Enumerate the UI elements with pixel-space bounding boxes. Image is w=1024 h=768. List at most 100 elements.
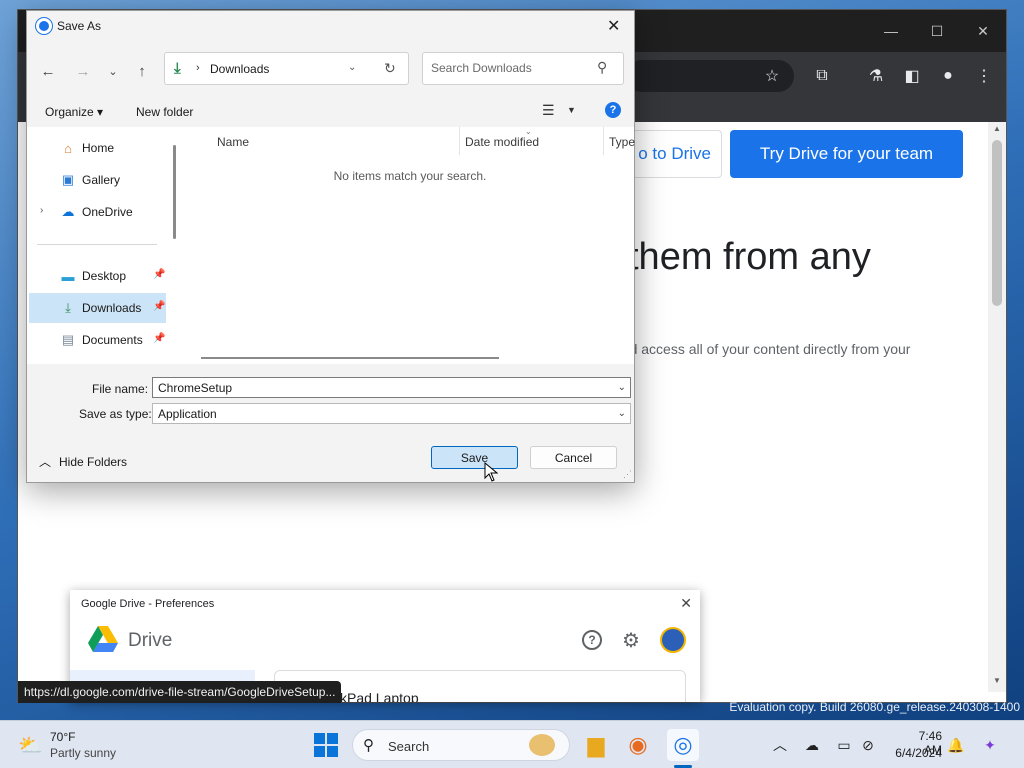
column-header-name[interactable]: Name xyxy=(217,135,249,149)
file-name-field[interactable]: ChromeSetup ⌄ xyxy=(152,377,631,398)
nav-item-desktop[interactable]: ▬ Desktop 📌 xyxy=(29,261,166,291)
organize-label: Organize xyxy=(45,105,94,119)
minimize-icon[interactable]: — xyxy=(868,10,914,52)
close-icon[interactable]: ✕ xyxy=(680,595,692,612)
taskbar: ⛅ 70°F Partly sunny ⚲ Search ▆ ◉ ◎ ︿ ☁ ▭… xyxy=(0,720,1024,768)
column-header-date[interactable]: Date modified xyxy=(465,135,539,149)
close-icon[interactable]: ✕ xyxy=(960,10,1006,52)
labs-flask-icon[interactable]: ⚗ xyxy=(864,64,888,88)
notification-bell-icon[interactable]: 🔔 xyxy=(946,735,966,755)
profile-icon[interactable]: ● xyxy=(936,64,960,88)
side-panel-icon[interactable]: ◧ xyxy=(900,64,924,88)
nav-item-label: OneDrive xyxy=(82,205,133,219)
extensions-icon[interactable]: ⧉ xyxy=(810,64,834,88)
maximize-icon[interactable]: ☐ xyxy=(914,10,960,52)
chevron-up-icon[interactable]: ︿ xyxy=(770,735,790,755)
cancel-button[interactable]: Cancel xyxy=(530,446,617,469)
hide-folders-button[interactable]: ︿ Hide Folders xyxy=(39,453,127,470)
address-bar[interactable]: ⤓ › Downloads ⌄ ↻ xyxy=(164,52,409,85)
search-box[interactable]: ⚲ xyxy=(422,52,624,85)
save-button[interactable]: Save xyxy=(431,446,518,469)
empty-message: No items match your search. xyxy=(333,169,487,183)
start-button[interactable] xyxy=(314,733,338,757)
clock-date[interactable]: 6/4/2024 xyxy=(886,746,942,760)
chevron-right-icon[interactable]: › xyxy=(40,205,43,216)
drive-preferences-title: Google Drive - Preferences xyxy=(81,598,215,610)
new-folder-button[interactable]: New folder xyxy=(136,105,193,119)
pin-icon[interactable]: 📌 xyxy=(153,269,165,280)
column-header-type[interactable]: Type xyxy=(609,135,635,149)
avatar[interactable] xyxy=(660,627,686,653)
copilot-icon[interactable]: ✦ xyxy=(980,735,1000,755)
nav-item-documents[interactable]: ▤ Documents 📌 xyxy=(29,325,166,355)
save-as-dialog: Save As ✕ ← → ⌄ ↑ ⤓ › Downloads ⌄ ↻ ⚲ Or… xyxy=(26,10,635,483)
weather-temp[interactable]: 70°F xyxy=(50,730,75,744)
save-as-type-label: Save as type: xyxy=(79,407,152,421)
navigation-pane: ⌂ Home ▣ Gallery › ☁ OneDrive ▬ Desktop … xyxy=(27,127,185,364)
display-icon[interactable]: ▭ xyxy=(834,735,854,755)
nav-item-gallery[interactable]: ▣ Gallery xyxy=(29,165,166,195)
forward-icon[interactable]: → xyxy=(71,59,95,83)
chevron-down-icon[interactable]: ⌄ xyxy=(348,62,356,73)
pin-icon[interactable]: 📌 xyxy=(153,301,165,312)
firefox-icon[interactable]: ◉ xyxy=(622,729,654,761)
help-icon[interactable]: ? xyxy=(582,630,602,650)
chevron-down-icon[interactable]: ⌄ xyxy=(618,382,626,393)
dialog-title: Save As xyxy=(57,19,102,33)
search-icon[interactable]: ⚲ xyxy=(597,59,607,76)
drive-device-name: kPad Laptop xyxy=(340,690,419,702)
home-icon: ⌂ xyxy=(64,140,72,156)
chrome-icon xyxy=(36,18,52,34)
column-divider[interactable] xyxy=(603,127,604,155)
desktop-icon: ▬ xyxy=(61,268,75,284)
taskbar-search[interactable]: ⚲ Search xyxy=(352,729,570,761)
gear-icon[interactable]: ⚙ xyxy=(622,628,640,653)
nav-item-downloads[interactable]: ⤓ Downloads 📌 xyxy=(29,293,166,323)
help-icon[interactable]: ? xyxy=(605,102,621,118)
network-icon[interactable]: ⊘ xyxy=(858,735,878,755)
hide-folders-label: Hide Folders xyxy=(59,454,128,469)
nav-item-label: Gallery xyxy=(82,173,121,187)
back-icon[interactable]: ← xyxy=(36,59,60,83)
file-name-label: File name: xyxy=(92,382,149,396)
save-as-type-value: Application xyxy=(158,407,217,421)
column-divider[interactable] xyxy=(459,127,460,155)
weather-desc[interactable]: Partly sunny xyxy=(50,746,116,760)
taskbar-search-label: Search xyxy=(388,739,430,754)
chevron-down-icon[interactable]: ▼ xyxy=(567,105,576,115)
weather-sun-icon[interactable]: ⛅ xyxy=(18,733,43,758)
recent-chevron-icon[interactable]: ⌄ xyxy=(101,59,125,83)
page-scroll-thumb[interactable] xyxy=(992,140,1002,306)
chevron-down-icon[interactable]: ⌄ xyxy=(618,408,626,419)
nav-item-onedrive[interactable]: › ☁ OneDrive xyxy=(29,197,166,227)
pin-icon[interactable]: 📌 xyxy=(153,333,165,344)
scroll-up-icon[interactable]: ▲ xyxy=(993,124,1001,133)
horizontal-scrollbar[interactable] xyxy=(201,357,499,359)
search-highlight-icon xyxy=(529,734,555,756)
nav-item-home[interactable]: ⌂ Home xyxy=(29,133,166,163)
view-list-icon[interactable]: ☰ xyxy=(542,102,555,119)
resize-grip-icon[interactable]: ⋰ xyxy=(623,469,632,480)
up-arrow-icon[interactable]: ↑ xyxy=(130,59,154,83)
search-input[interactable] xyxy=(431,61,591,75)
kebab-menu-icon[interactable]: ⋮ xyxy=(972,64,996,88)
bookmark-star-icon[interactable]: ☆ xyxy=(760,64,784,88)
breadcrumb-chevron-icon[interactable]: › xyxy=(196,62,200,74)
close-icon[interactable]: ✕ xyxy=(607,16,620,36)
file-list: Name ⌄ Date modified Type No items match… xyxy=(185,127,635,364)
cloud-offline-icon[interactable]: ☁ xyxy=(802,735,822,755)
search-icon: ⚲ xyxy=(363,737,374,754)
file-name-value[interactable]: ChromeSetup xyxy=(158,381,232,395)
nav-item-label: Documents xyxy=(82,333,143,347)
chrome-icon[interactable]: ◎ xyxy=(667,729,699,761)
organize-button[interactable]: Organize ▾ xyxy=(45,105,103,119)
breadcrumb[interactable]: Downloads xyxy=(210,62,269,76)
nav-divider xyxy=(37,244,157,245)
scroll-down-icon[interactable]: ▼ xyxy=(993,676,1001,685)
save-as-type-select[interactable]: Application ⌄ xyxy=(152,403,631,424)
file-explorer-icon[interactable]: ▆ xyxy=(580,729,612,761)
try-drive-button[interactable]: Try Drive for your team xyxy=(730,130,963,178)
nav-scrollbar[interactable] xyxy=(173,145,176,239)
evaluation-watermark: Evaluation copy. Build 26080.ge_release.… xyxy=(729,700,1020,714)
refresh-icon[interactable]: ↻ xyxy=(384,60,396,77)
